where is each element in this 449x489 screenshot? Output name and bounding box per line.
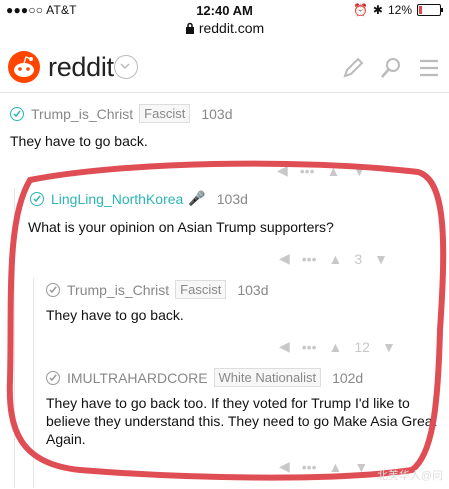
user-flair: White Nationalist xyxy=(213,368,322,387)
comment-author[interactable]: Trump_is_Christ xyxy=(67,282,169,298)
comment-age: 103d xyxy=(237,281,269,298)
comment-age: 103d xyxy=(216,190,248,207)
score: 12 xyxy=(354,338,370,355)
check-icon xyxy=(10,106,24,121)
downvote-icon[interactable]: ▼ xyxy=(374,251,388,267)
lock-icon xyxy=(185,22,194,34)
menu-icon[interactable] xyxy=(417,56,441,80)
comment-meta: Trump_is_Christ Fascist 103d xyxy=(10,104,233,123)
upvote-icon[interactable]: ▲ xyxy=(329,251,343,267)
reply-icon[interactable]: ◀ xyxy=(279,250,290,267)
watermark: 北美华人@问 xyxy=(376,470,443,482)
more-icon[interactable]: ••• xyxy=(302,339,317,355)
comment-body: They have to go back too. If they voted … xyxy=(46,395,437,447)
comment-age: 103d xyxy=(201,105,233,122)
comment-author[interactable]: Trump_is_Christ xyxy=(31,106,133,122)
chevron-down-icon[interactable] xyxy=(114,55,138,79)
downvote-icon[interactable]: ▼ xyxy=(354,459,368,475)
reply-icon[interactable]: ◀ xyxy=(279,458,290,475)
brand-wordmark[interactable]: reddit xyxy=(48,52,114,83)
url-bar[interactable]: reddit.com xyxy=(0,20,449,36)
comment-body: What is your opinion on Asian Trump supp… xyxy=(28,219,334,235)
check-icon xyxy=(46,370,60,385)
comment-author[interactable]: LingLing_NorthKorea xyxy=(51,191,183,207)
header-actions xyxy=(341,56,441,80)
upvote-icon[interactable]: ▲ xyxy=(329,459,343,475)
comment-body: They have to go back. xyxy=(10,133,148,149)
comment-actions: ◀ ••• ▲ 3 ▼ xyxy=(279,250,388,267)
comment-meta: Trump_is_Christ Fascist 103d xyxy=(46,280,269,299)
upvote-icon[interactable]: ▲ xyxy=(329,339,343,355)
microphone-icon: 🎤 xyxy=(188,190,206,206)
user-flair: Fascist xyxy=(175,280,227,299)
search-icon[interactable] xyxy=(379,56,403,80)
reply-icon[interactable]: ◀ xyxy=(279,338,290,355)
user-flair: Fascist xyxy=(139,104,191,123)
comment-meta: LingLing_NorthKorea 🎤 103d xyxy=(30,190,248,207)
upvote-icon[interactable]: ▲ xyxy=(327,163,341,179)
url-text: reddit.com xyxy=(198,20,265,36)
bluetooth-icon: ✱ xyxy=(372,3,383,17)
thread-line xyxy=(33,278,34,488)
comment-meta: IMULTRAHARDCORE White Nationalist 102d xyxy=(46,368,363,387)
more-icon[interactable]: ••• xyxy=(302,459,317,475)
comment-body: They have to go back. xyxy=(46,307,184,323)
comment-actions: ◀ ••• ▲ ▼ xyxy=(277,162,366,179)
check-icon xyxy=(46,282,60,297)
battery-percent: 12% xyxy=(387,3,412,17)
alarm-icon: ⏰ xyxy=(352,3,368,17)
comment-actions: ◀ ••• ▲ 12 ▼ xyxy=(279,338,396,355)
reddit-logo-icon[interactable] xyxy=(8,51,40,83)
status-right: ⏰ ✱ 12% xyxy=(352,3,443,17)
pencil-icon[interactable] xyxy=(341,56,365,80)
downvote-icon[interactable]: ▼ xyxy=(382,339,396,355)
more-icon[interactable]: ••• xyxy=(302,251,317,267)
score: 3 xyxy=(354,250,363,267)
comment-author[interactable]: IMULTRAHARDCORE xyxy=(67,370,208,386)
downvote-icon[interactable]: ▼ xyxy=(352,163,366,179)
comment-actions: ◀ ••• ▲ ▼ xyxy=(279,458,368,475)
status-bar: ●●●○○ AT&T 12:40 AM ⏰ ✱ 12% xyxy=(0,0,449,20)
app-header: reddit xyxy=(0,42,449,93)
thread-line xyxy=(14,188,15,488)
battery-icon xyxy=(417,4,443,16)
check-icon xyxy=(30,191,44,206)
comment-age: 102d xyxy=(332,369,364,386)
more-icon[interactable]: ••• xyxy=(300,163,315,179)
reply-icon[interactable]: ◀ xyxy=(277,162,288,179)
